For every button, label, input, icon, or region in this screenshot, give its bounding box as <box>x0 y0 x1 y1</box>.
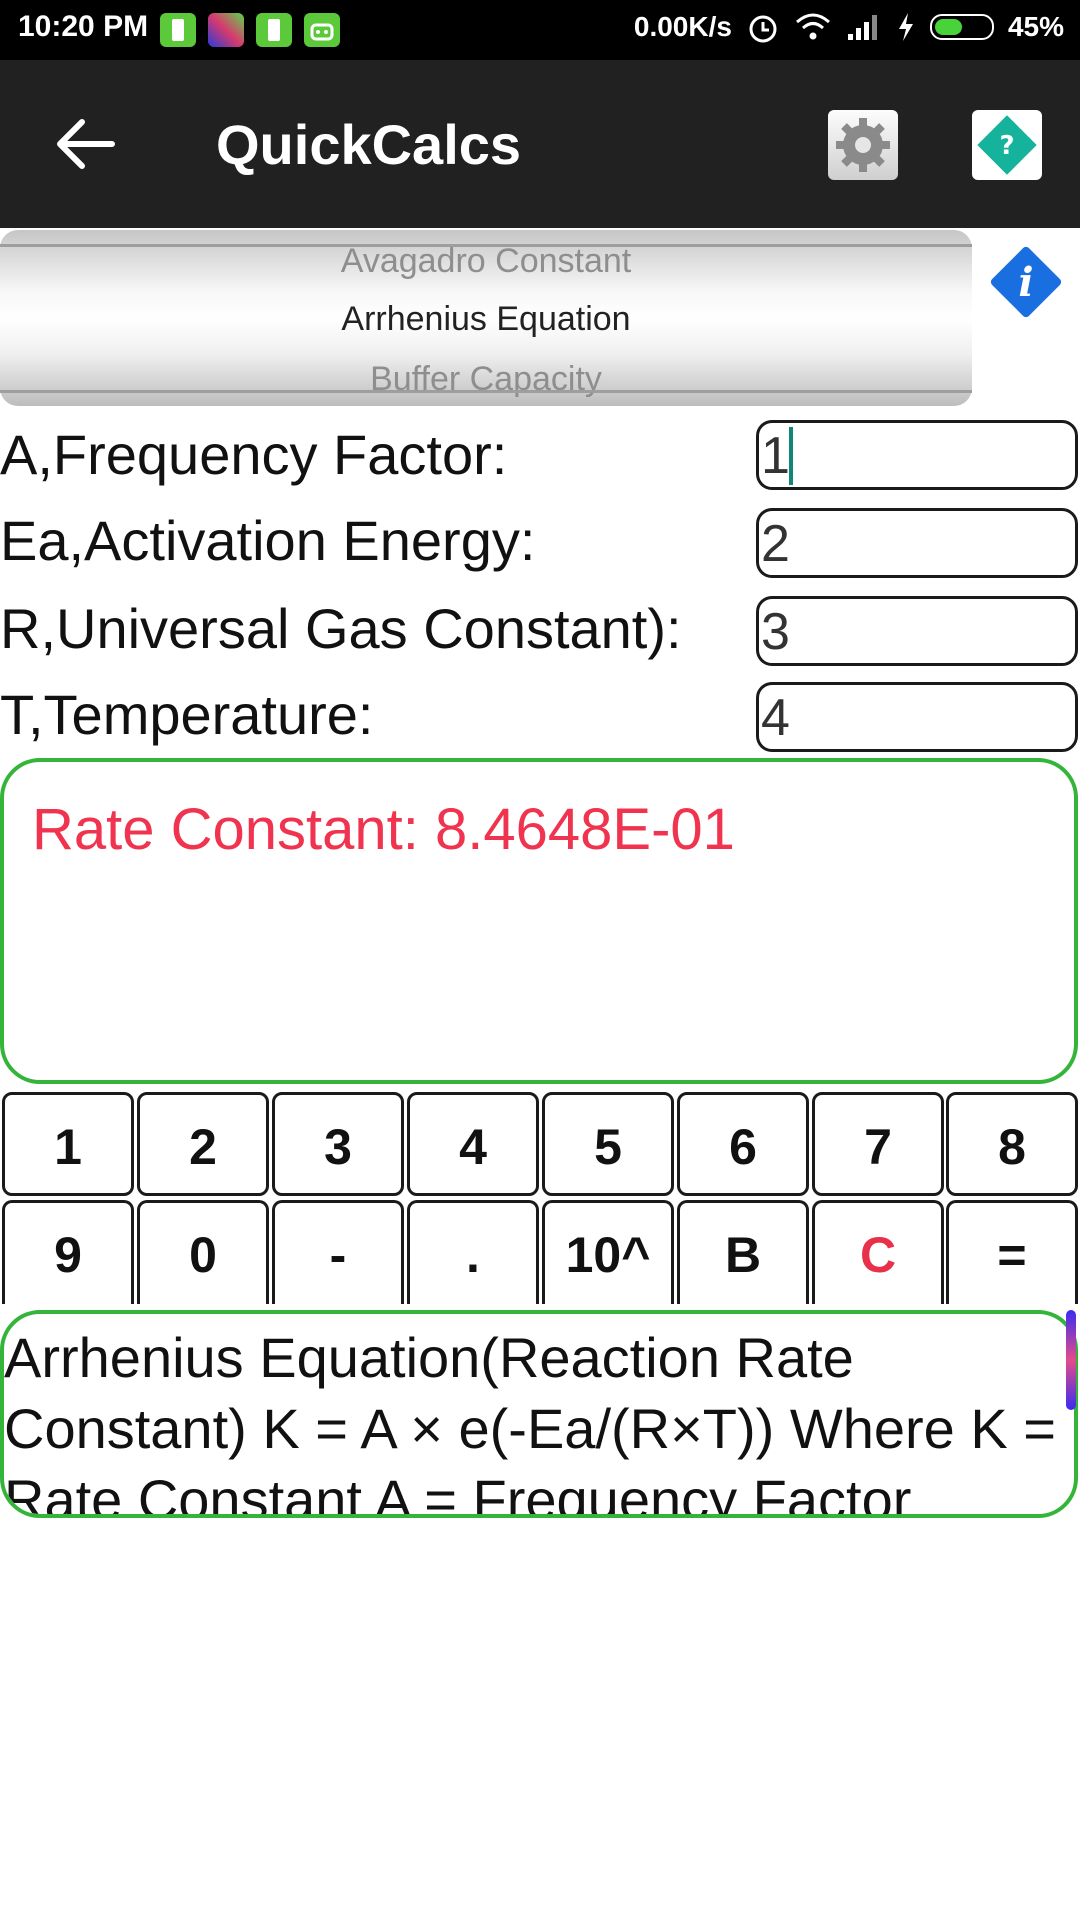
description-text: Arrhenius Equation(Reaction Rate Constan… <box>4 1326 1056 1518</box>
help-button[interactable]: ? <box>972 110 1042 180</box>
activation-energy-value: 2 <box>761 515 790 573</box>
key-2[interactable]: 2 <box>137 1092 269 1196</box>
charging-icon <box>898 13 913 41</box>
result-panel: Rate Constant: 8.4648E-01 <box>0 758 1078 1084</box>
settings-button[interactable] <box>828 110 898 180</box>
app-bar: QuickCalcs ? <box>0 60 1080 228</box>
signal-icon <box>847 15 877 40</box>
svg-text:i: i <box>1018 259 1033 306</box>
key-1[interactable]: 1 <box>2 1092 134 1196</box>
key-5[interactable]: 5 <box>542 1092 674 1196</box>
key-backspace[interactable]: B <box>677 1200 809 1304</box>
temperature-label: T,Temperature: <box>0 683 374 746</box>
svg-text:?: ? <box>999 131 1014 161</box>
key-exponent[interactable]: 10^ <box>542 1200 674 1304</box>
gas-constant-input[interactable]: 3 <box>756 596 1078 666</box>
temperature-value: 4 <box>761 689 790 747</box>
gear-icon <box>836 118 890 172</box>
key-6[interactable]: 6 <box>677 1092 809 1196</box>
activation-energy-input[interactable]: 2 <box>756 508 1078 578</box>
arrow-left-icon[interactable] <box>52 114 116 174</box>
wifi-icon <box>795 13 830 40</box>
info-button[interactable]: i <box>986 242 1066 322</box>
temperature-input[interactable]: 4 <box>756 682 1078 752</box>
gas-constant-label: R,Universal Gas Constant): <box>0 597 682 660</box>
battery-percent: 45% <box>1007 11 1064 42</box>
key-decimal[interactable]: . <box>407 1200 539 1304</box>
key-8[interactable]: 8 <box>946 1092 1078 1196</box>
key-minus[interactable]: - <box>272 1200 404 1304</box>
description-scrollbar[interactable] <box>1066 1310 1076 1410</box>
equation-picker[interactable]: Avagadro Constant Arrhenius Equation Buf… <box>0 230 972 406</box>
gas-constant-value: 3 <box>761 603 790 661</box>
text-cursor <box>789 427 793 485</box>
battery-notif-icon <box>256 13 292 47</box>
android-notif-icon <box>304 13 340 47</box>
picker-item-prev[interactable]: Avagadro Constant <box>0 242 972 281</box>
battery-icon <box>929 14 994 40</box>
result-text: Rate Constant: 8.4648E-01 <box>32 797 735 862</box>
key-equals[interactable]: = <box>946 1200 1078 1304</box>
status-time: 10:20 PM <box>18 10 149 43</box>
frequency-factor-label: A,Frequency Factor: <box>0 423 508 486</box>
frequency-factor-input[interactable]: 1 <box>756 420 1078 490</box>
key-7[interactable]: 7 <box>812 1092 944 1196</box>
picker-item-selected[interactable]: Arrhenius Equation <box>0 300 972 339</box>
key-9[interactable]: 9 <box>2 1200 134 1304</box>
network-speed: 0.00K/s <box>633 11 732 42</box>
picker-item-next[interactable]: Buffer Capacity <box>0 360 972 399</box>
description-panel[interactable]: Arrhenius Equation(Reaction Rate Constan… <box>0 1310 1078 1518</box>
key-3[interactable]: 3 <box>272 1092 404 1196</box>
info-icon: i <box>990 246 1062 318</box>
frequency-factor-value: 1 <box>761 427 790 485</box>
key-4[interactable]: 4 <box>407 1092 539 1196</box>
help-diamond-icon: ? <box>977 115 1037 175</box>
key-0[interactable]: 0 <box>137 1200 269 1304</box>
status-bar: 10:20 PM 0.00K/s 45% <box>0 0 1080 60</box>
battery-notif-icon <box>160 13 196 47</box>
activation-energy-label: Ea,Activation Energy: <box>0 509 536 572</box>
key-clear[interactable]: C <box>812 1200 944 1304</box>
app-notif-icon <box>208 13 244 47</box>
app-title: QuickCalcs <box>216 113 522 176</box>
alarm-icon <box>749 15 777 43</box>
